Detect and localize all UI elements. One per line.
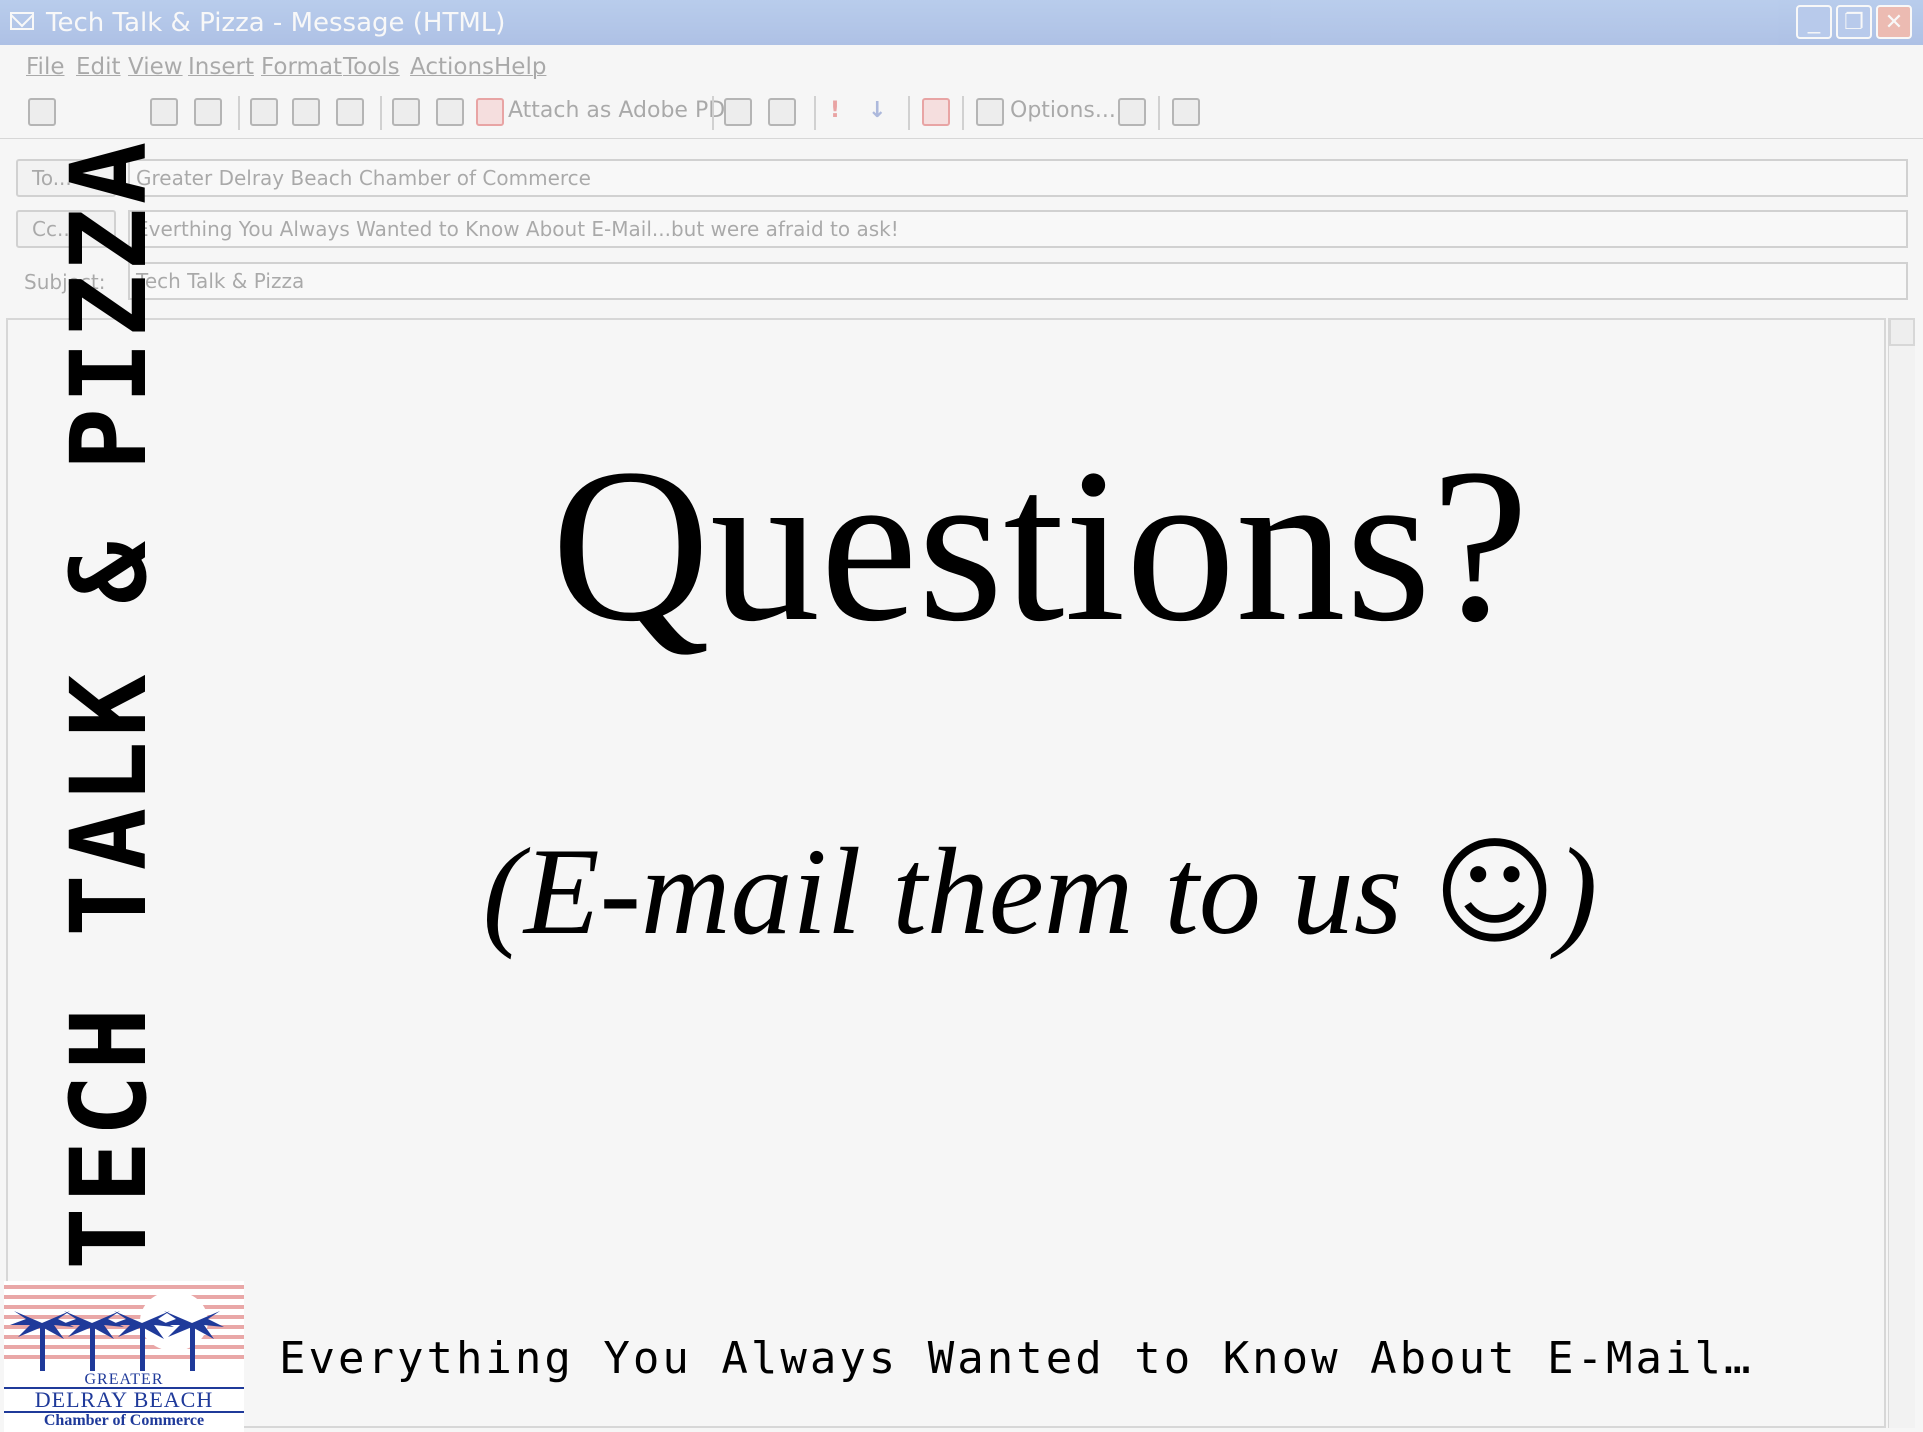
toolbar-separator [962, 96, 964, 130]
vertical-slide-title: TECH TALK & PIZZA [48, 137, 170, 1270]
logo-delray-beach: DELRAY BEACH [4, 1387, 244, 1413]
flag-icon[interactable] [922, 98, 950, 126]
toolbar-separator [814, 96, 816, 130]
scroll-up-arrow[interactable] [1889, 318, 1915, 346]
check-names-person-icon[interactable] [768, 98, 796, 126]
logo-chamber: Chamber of Commerce [43, 1412, 205, 1429]
email-invitation-text: (E-mail them to us ☺) [0, 830, 1923, 954]
check-names-icon[interactable] [392, 98, 420, 126]
footer-tagline: Everything You Always Wanted to Know Abo… [279, 1333, 1754, 1384]
cc-row: Cc... Everthing You Always Wanted to Kno… [10, 210, 1908, 250]
invitation-prefix: (E-mail them to us [482, 823, 1434, 960]
envelope-icon [10, 12, 34, 30]
window-title: Tech Talk & Pizza - Message (HTML) [46, 8, 506, 38]
toolbar-separator [712, 96, 714, 130]
toolbar-separator [380, 96, 382, 130]
cc-field[interactable]: Everthing You Always Wanted to Know Abou… [128, 210, 1908, 248]
menu-file[interactable]: File [26, 54, 65, 80]
palm-trees-graphic [4, 1285, 244, 1371]
to-field[interactable]: Greater Delray Beach Chamber of Commerce [128, 159, 1908, 197]
to-row: To... Greater Delray Beach Chamber of Co… [10, 159, 1908, 199]
questions-heading: Questions? [551, 423, 1529, 667]
menu-format[interactable]: Format [261, 54, 342, 80]
adobe-pdf-icon[interactable] [476, 98, 504, 126]
slide-canvas: Tech Talk & Pizza - Message (HTML) _ ❐ ✕… [0, 0, 1923, 1432]
chamber-logo: GREATER DELRAY BEACH Chamber of Commerce [4, 1281, 244, 1432]
help-icon[interactable] [1172, 98, 1200, 126]
save-icon[interactable] [150, 98, 178, 126]
subject-row: Subject: Tech Talk & Pizza [10, 262, 1908, 302]
title-bar[interactable]: Tech Talk & Pizza - Message (HTML) _ ❐ ✕ [0, 0, 1923, 45]
cut-icon[interactable] [250, 98, 278, 126]
menu-actions[interactable]: Actions [410, 54, 494, 80]
toolbar-separator [1158, 96, 1160, 130]
email-compose-window: Tech Talk & Pizza - Message (HTML) _ ❐ ✕… [0, 0, 1923, 1432]
high-importance-icon[interactable]: ! [830, 98, 840, 123]
restore-button[interactable]: ❐ [1836, 5, 1872, 39]
attach-as-pdf-button[interactable]: Attach as Adobe PDF [508, 98, 738, 123]
address-book-icon[interactable] [724, 98, 752, 126]
paste-icon[interactable] [336, 98, 364, 126]
send-icon[interactable] [28, 98, 56, 126]
minimize-button[interactable]: _ [1796, 5, 1832, 39]
menu-bar: File Edit View Insert Format Tools Actio… [0, 50, 1923, 86]
invitation-suffix: ) [1556, 823, 1598, 960]
paperclip-icon[interactable] [436, 98, 464, 126]
standard-toolbar: Attach as Adobe PDF ! ↓ Options... [0, 88, 1923, 139]
menu-insert[interactable]: Insert [188, 54, 254, 80]
smiley-icon: ☺ [1433, 823, 1557, 961]
toolbar-separator [908, 96, 910, 130]
menu-view[interactable]: View [128, 54, 183, 80]
menu-tools[interactable]: Tools [343, 54, 400, 80]
subject-field[interactable]: Tech Talk & Pizza [128, 262, 1908, 300]
menu-edit[interactable]: Edit [76, 54, 121, 80]
print-icon[interactable] [194, 98, 222, 126]
font-color-icon[interactable] [1118, 98, 1146, 126]
options-button[interactable]: Options... [1010, 98, 1116, 123]
toolbar-separator [238, 96, 240, 130]
copy-icon[interactable] [292, 98, 320, 126]
menu-help[interactable]: Help [494, 54, 546, 80]
close-button[interactable]: ✕ [1876, 5, 1912, 39]
low-importance-icon[interactable]: ↓ [868, 98, 886, 123]
options-icon[interactable] [976, 98, 1004, 126]
